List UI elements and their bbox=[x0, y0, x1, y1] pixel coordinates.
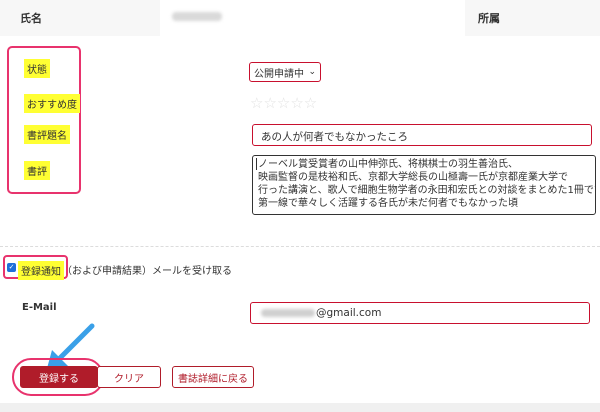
chevron-down-icon: ⌄ bbox=[308, 67, 316, 77]
text-caret bbox=[256, 158, 257, 170]
section-divider bbox=[0, 246, 600, 247]
name-value-redacted bbox=[172, 12, 222, 21]
status-label: 状態 bbox=[24, 59, 50, 78]
review-line: 映画監督の是枝裕和氏、京都大学総長の山極壽一氏が京都産業大学で bbox=[258, 172, 568, 183]
notify-checkbox[interactable]: ✓ bbox=[7, 263, 16, 272]
clear-button[interactable]: クリア bbox=[97, 366, 161, 388]
review-label: 書評 bbox=[24, 161, 50, 180]
notify-label: （および申請結果）メールを受け取る bbox=[62, 266, 232, 277]
register-button[interactable]: 登録する bbox=[20, 366, 98, 388]
footer-bar bbox=[0, 403, 600, 412]
recommend-label: おすすめ度 bbox=[24, 94, 80, 113]
email-label: E-Mail bbox=[22, 302, 57, 313]
review-line: ノーベル賞受賞者の山中伸弥氏、将棋棋士の羽生善治氏、 bbox=[258, 159, 518, 170]
name-label: 氏名 bbox=[20, 12, 42, 25]
review-line: 行った講演と、歌人で細胞生物学者の永田和宏氏との対談をまとめた1冊です。 bbox=[258, 185, 596, 196]
notify-label-highlight[interactable]: 登録通知 bbox=[18, 261, 64, 280]
review-title-label: 書評題名 bbox=[24, 125, 70, 144]
star-rating[interactable]: ☆☆☆☆☆ bbox=[250, 94, 317, 112]
affiliation-label: 所属 bbox=[478, 12, 500, 25]
email-input[interactable]: @gmail.com bbox=[250, 302, 590, 324]
review-title-input[interactable]: あの人が何者でもなかったころ bbox=[252, 124, 592, 146]
back-to-details-button[interactable]: 書誌詳細に戻る bbox=[172, 366, 254, 388]
status-select-value: 公開申請中 bbox=[254, 68, 304, 80]
review-line: 第一線で華々しく活躍する各氏が未だ何者でもなかった頃 bbox=[258, 198, 518, 209]
status-select[interactable]: 公開申請中 ⌄ bbox=[249, 62, 321, 82]
email-domain: @gmail.com bbox=[316, 307, 382, 319]
email-local-redacted bbox=[261, 309, 315, 317]
review-textarea[interactable]: ノーベル賞受賞者の山中伸弥氏、将棋棋士の羽生善治氏、 映画監督の是枝裕和氏、京都… bbox=[252, 155, 596, 215]
